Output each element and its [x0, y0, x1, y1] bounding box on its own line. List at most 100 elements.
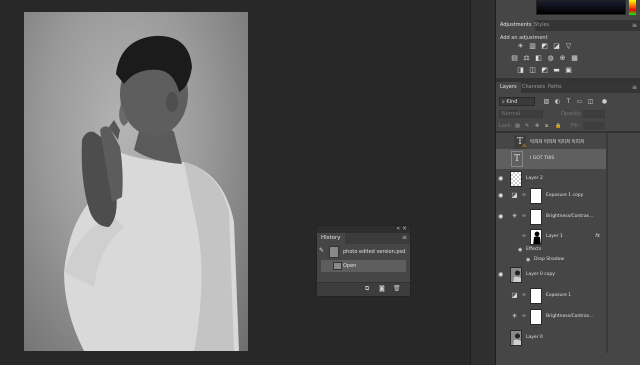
layer-row[interactable]: ∞ Layer 1 fx [496, 227, 606, 247]
posterize-icon[interactable]: ◫ [528, 66, 537, 75]
layers-tabbar: Layers Channels Paths ≡ [496, 82, 640, 93]
layer-name: Brightness/Contras... [546, 314, 594, 319]
link-icon[interactable]: ∞ [522, 213, 526, 219]
smart-object-filter-icon[interactable]: ◫ [587, 98, 594, 105]
lock-artboard-icon[interactable]: ⧈ [545, 121, 548, 131]
drop-shadow-label: Drop Shadow [534, 257, 565, 262]
history-step[interactable]: Open [321, 260, 406, 272]
brush-icon[interactable]: ✎ [319, 248, 324, 254]
color-balance-icon[interactable]: ⚖ [522, 54, 531, 63]
adjustments-tabbar: Adjustments Styles ≡ [496, 20, 640, 31]
adjustment-filter-icon[interactable]: ◐ [554, 98, 561, 105]
channel-mixer-icon[interactable]: ⊕ [558, 54, 567, 63]
layer-mask-thumbnail [530, 188, 542, 204]
tab-styles[interactable]: Styles [530, 20, 553, 31]
document-canvas-area[interactable]: « × History ≡ ✎ photo edited version.psd… [0, 0, 470, 365]
close-icon[interactable]: × [402, 225, 407, 232]
shape-filter-icon[interactable]: ▭ [576, 98, 583, 105]
curves-icon[interactable]: ◩ [540, 42, 549, 51]
visibility-eye-icon[interactable]: ◉ [498, 193, 503, 199]
new-document-from-state-icon[interactable]: ⧉ [365, 285, 369, 293]
layer-thumbnail [510, 330, 522, 346]
visibility-eye-icon[interactable]: ◉ [498, 176, 503, 182]
layers-scrollbar[interactable] [606, 133, 608, 353]
history-step-label: Open [343, 263, 357, 269]
brightness-icon[interactable]: ☀ [516, 42, 525, 51]
opacity-label: Opacity: [561, 111, 582, 117]
gradient-map-icon[interactable]: ▬ [552, 66, 561, 75]
document-photo[interactable] [24, 12, 248, 351]
layer-mask-thumbnail [530, 288, 542, 304]
lock-label: Lock: [499, 123, 513, 129]
fx-icon[interactable]: fx [595, 233, 600, 239]
lock-move-icon[interactable]: ✥ [535, 121, 539, 131]
fill-field[interactable] [583, 122, 605, 130]
tab-history[interactable]: History [317, 233, 345, 244]
filter-toggle-icon[interactable]: ● [601, 98, 608, 105]
layer-row[interactable]: ◉ ◪ ∞ Exposure 1 copy [496, 186, 606, 206]
fill-label: Fill: [571, 123, 580, 129]
panel-menu-icon[interactable]: ≡ [632, 20, 637, 31]
panel-menu-icon[interactable]: ≡ [632, 82, 637, 93]
photo-thumbnail-icon [511, 268, 521, 282]
pixel-filter-icon[interactable]: ▨ [543, 98, 550, 105]
color-lookup-icon[interactable]: ▦ [570, 54, 579, 63]
panel-menu-icon[interactable]: ≡ [402, 234, 407, 241]
type-filter-icon[interactable]: T [565, 98, 572, 105]
brightness-adjustment-icon: ☀ [511, 212, 518, 220]
layer-row[interactable]: Layer 0 [496, 328, 606, 348]
collapse-icon[interactable]: « [396, 225, 400, 232]
selective-color-icon[interactable]: ▣ [564, 66, 573, 75]
history-panel[interactable]: « × History ≡ ✎ photo edited version.psd… [316, 225, 411, 297]
history-panel-titlebar[interactable]: « × [317, 225, 410, 233]
layer-row[interactable]: ◉ Layer 0 copy [496, 265, 606, 285]
exposure-adjustment-icon: ◪ [511, 191, 518, 199]
hue-slider[interactable] [629, 0, 636, 15]
brightness-adjustment-icon: ☀ [511, 312, 518, 320]
layer-row[interactable]: ◉ ☀ ∞ Brightness/Contras... [496, 207, 606, 227]
layer-name: Layer 1 [546, 234, 563, 239]
visibility-eye-icon[interactable]: ◉ [498, 214, 503, 220]
layer-name: Layer 0 [526, 335, 543, 340]
vibrance-icon[interactable]: ▽ [564, 42, 573, 51]
color-picker-field[interactable] [536, 0, 626, 15]
link-icon[interactable]: ∞ [522, 292, 526, 298]
layer-thumbnail [510, 267, 522, 283]
blend-mode-select[interactable]: Normal [499, 110, 543, 118]
opacity-field[interactable] [583, 110, 605, 118]
link-icon[interactable]: ∞ [522, 233, 526, 239]
lock-transparent-icon[interactable]: ▨ [515, 121, 520, 131]
tab-paths[interactable]: Paths [544, 82, 566, 93]
layer-row[interactable]: T I GOT THIS [496, 149, 606, 169]
snapshot-name: photo edited version.psd [343, 249, 406, 255]
tab-layers[interactable]: Layers [496, 82, 521, 93]
filter-kind-select[interactable]: ⌕ Kind [499, 97, 535, 106]
drop-shadow-effect[interactable]: ◉ Drop Shadow [496, 255, 606, 265]
levels-icon[interactable]: ▥ [528, 42, 537, 51]
history-snapshot[interactable]: ✎ photo edited version.psd [317, 244, 410, 260]
lock-paint-icon[interactable]: ✎ [525, 121, 529, 131]
black-white-icon[interactable]: ◧ [534, 54, 543, 63]
snapshot-thumbnail [329, 246, 339, 258]
visibility-eye-icon[interactable]: ◉ [498, 272, 503, 278]
panel-gutter [470, 0, 496, 365]
link-icon[interactable]: ∞ [522, 192, 526, 198]
threshold-icon[interactable]: ◩ [540, 66, 549, 75]
hue-saturation-icon[interactable]: ▤ [510, 54, 519, 63]
effects-group[interactable]: ◉ Effects [496, 245, 606, 255]
layer-row[interactable]: ☀ ∞ Brightness/Contras... [496, 307, 606, 327]
invert-icon[interactable]: ◨ [516, 66, 525, 75]
layer-thumbnail [510, 171, 522, 187]
effects-label: Effects [526, 247, 542, 252]
layer-name: Layer 0 copy [526, 272, 556, 277]
exposure-icon[interactable]: ◪ [552, 42, 561, 51]
trash-icon[interactable]: 🗑 [393, 285, 401, 292]
photo-filter-icon[interactable]: ◍ [546, 54, 555, 63]
link-icon[interactable]: ∞ [522, 313, 526, 319]
visibility-eye-icon[interactable]: ◉ [526, 255, 530, 265]
visibility-eye-icon[interactable]: ◉ [518, 245, 522, 255]
portrait-illustration [64, 35, 239, 351]
lock-all-icon[interactable]: 🔒 [555, 121, 561, 131]
layer-row[interactable]: ◪ ∞ Exposure 1 [496, 286, 606, 306]
camera-icon[interactable]: ◙ [379, 285, 385, 292]
